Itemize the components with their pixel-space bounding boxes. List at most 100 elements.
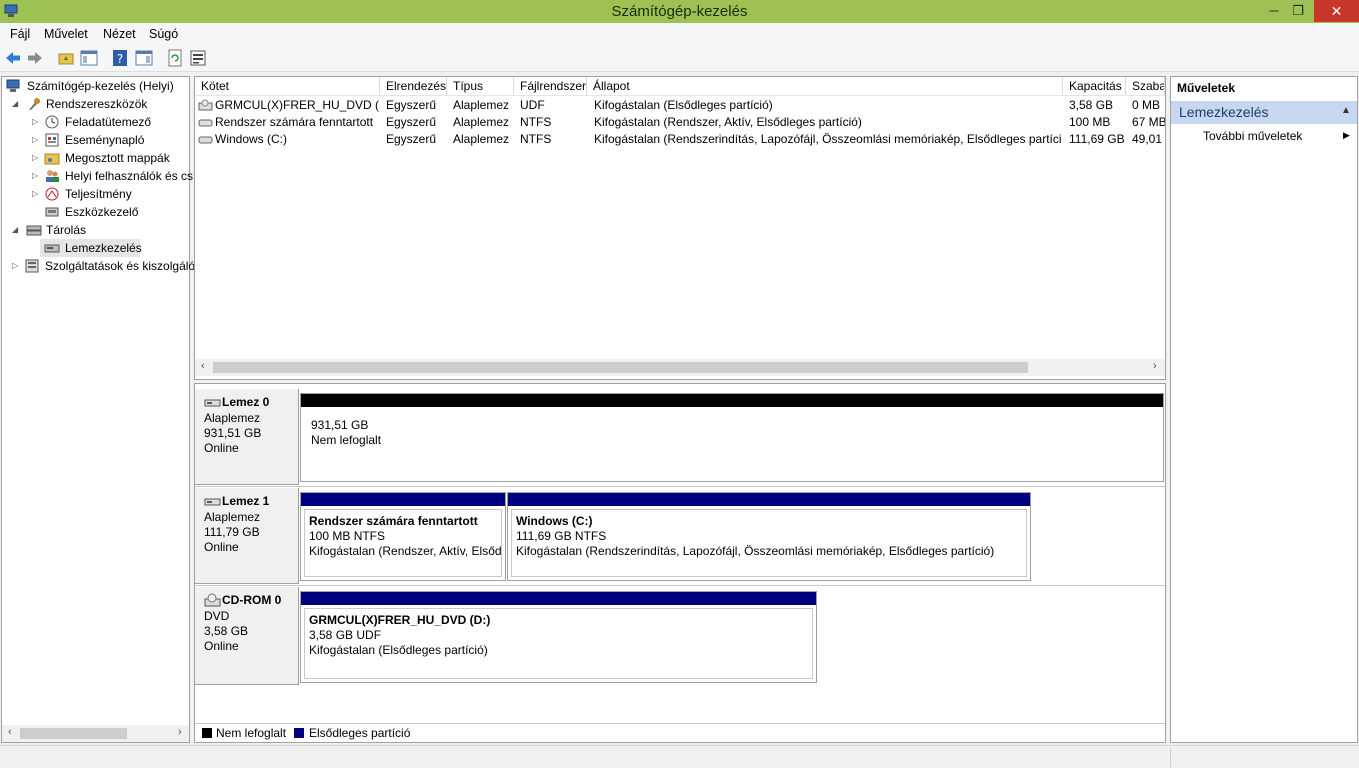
partition-dvd-d[interactable]: GRMCUL(X)FRER_HU_DVD (D:) 3,58 GB UDF Ki… bbox=[300, 591, 817, 683]
disk-name: Lemez 1 bbox=[222, 494, 270, 508]
volume-list-horizontal-scrollbar[interactable]: ‹ › bbox=[195, 359, 1165, 376]
forward-arrow-icon[interactable] bbox=[26, 49, 44, 67]
disk-status: Online bbox=[204, 639, 239, 653]
partition-status: Nem lefoglalt bbox=[311, 433, 382, 447]
column-header-volume[interactable]: Kötet bbox=[195, 77, 380, 95]
up-folder-icon[interactable] bbox=[57, 49, 75, 67]
disk-size: 3,58 GB bbox=[204, 624, 249, 638]
column-header-capacity[interactable]: Kapacitás bbox=[1063, 77, 1126, 95]
disk-management-icon bbox=[44, 244, 60, 253]
properties-icon[interactable] bbox=[189, 49, 207, 67]
scroll-right-icon[interactable]: › bbox=[1153, 360, 1157, 372]
scroll-right-icon[interactable]: › bbox=[178, 726, 182, 738]
volume-list: Kötet Elrendezés Típus Fájlrendszer Álla… bbox=[194, 76, 1166, 380]
column-header-status[interactable]: Állapot bbox=[587, 77, 1063, 95]
clock-icon bbox=[45, 115, 59, 129]
menu-bar: Fájl Művelet Nézet Súgó bbox=[0, 23, 1359, 45]
expand-icon[interactable]: ◢ bbox=[12, 95, 22, 113]
action-more-actions[interactable]: További műveletek ▶ bbox=[1203, 129, 1353, 145]
actions-section-disk-management[interactable]: Lemezkezelés ▲ bbox=[1171, 101, 1357, 124]
computer-management-icon bbox=[6, 79, 20, 92]
collapse-arrow-icon[interactable]: ▷ bbox=[32, 167, 42, 185]
performance-icon bbox=[45, 187, 59, 201]
partition-title: GRMCUL(X)FRER_HU_DVD (D:) bbox=[309, 613, 491, 627]
collapse-arrow-icon[interactable]: ▷ bbox=[32, 113, 42, 131]
column-header-filesystem[interactable]: Fájlrendszer bbox=[514, 77, 587, 95]
collapse-arrow-icon[interactable]: ▷ bbox=[32, 185, 42, 203]
menu-help[interactable]: Súgó bbox=[149, 27, 178, 41]
menu-file[interactable]: Fájl bbox=[10, 27, 30, 41]
menu-view[interactable]: Nézet bbox=[103, 27, 136, 41]
scrollbar-thumb[interactable] bbox=[213, 362, 1028, 373]
table-row[interactable]: Windows (C:) Egyszerű Alaplemez NTFS Kif… bbox=[195, 131, 1165, 148]
window-title: Számítógép-kezelés bbox=[611, 3, 748, 20]
disk-status: Online bbox=[204, 540, 239, 554]
disk-type: DVD bbox=[204, 609, 230, 623]
partition-unallocated[interactable]: 931,51 GB Nem lefoglalt bbox=[300, 393, 1164, 482]
collapse-arrow-icon[interactable]: ▷ bbox=[32, 149, 42, 167]
volume-icon bbox=[198, 119, 213, 127]
scroll-left-icon[interactable]: ‹ bbox=[201, 360, 205, 372]
column-header-free[interactable]: Szabad bbox=[1126, 77, 1165, 95]
disk-name: Lemez 0 bbox=[222, 395, 270, 409]
row-divider bbox=[195, 486, 1165, 487]
scrollbar-thumb[interactable] bbox=[20, 728, 127, 739]
refresh-icon[interactable] bbox=[166, 49, 184, 67]
disk-graphical-view: Lemez 0 Alaplemez 931,51 GB Online 931,5… bbox=[194, 383, 1166, 743]
expand-icon[interactable]: ◢ bbox=[12, 221, 22, 239]
status-divider bbox=[1170, 748, 1171, 767]
legend-swatch-unallocated bbox=[202, 728, 212, 738]
tree-horizontal-scrollbar[interactable]: ‹ › bbox=[2, 725, 189, 742]
storage-icon bbox=[26, 225, 42, 236]
row-divider bbox=[195, 585, 1165, 586]
back-arrow-icon[interactable] bbox=[4, 49, 22, 67]
table-row[interactable]: GRMCUL(X)FRER_HU_DVD (D:) Egyszerű Alapl… bbox=[195, 97, 1165, 114]
collapse-up-icon[interactable]: ▲ bbox=[1341, 105, 1351, 116]
users-icon bbox=[46, 170, 59, 182]
tools-icon bbox=[29, 98, 40, 110]
help-icon[interactable]: ? bbox=[111, 49, 129, 67]
actions-title: Műveletek bbox=[1177, 81, 1236, 95]
disk-type: Alaplemez bbox=[204, 411, 261, 425]
partition-bar-primary bbox=[301, 493, 505, 506]
partition-system-reserved[interactable]: Rendszer számára fenntartott 100 MB NTFS… bbox=[300, 492, 506, 581]
legend-label-primary: Elsődleges partíció bbox=[309, 726, 411, 740]
dvd-drive-icon bbox=[204, 593, 221, 607]
scroll-left-icon[interactable]: ‹ bbox=[8, 726, 12, 738]
table-row[interactable]: Rendszer számára fenntartott Egyszerű Al… bbox=[195, 114, 1165, 131]
partition-bar-unallocated bbox=[301, 394, 1163, 407]
collapse-arrow-icon[interactable]: ▷ bbox=[12, 257, 22, 275]
column-header-type[interactable]: Típus bbox=[447, 77, 514, 95]
show-hide-action-pane-icon[interactable] bbox=[135, 49, 153, 67]
disk-icon bbox=[204, 498, 221, 506]
show-hide-tree-icon[interactable] bbox=[80, 49, 98, 67]
menu-action[interactable]: Művelet bbox=[44, 27, 88, 41]
collapse-arrow-icon[interactable]: ▷ bbox=[32, 131, 42, 149]
dvd-drive-icon bbox=[198, 99, 213, 111]
partition-size: 111,69 GB NTFS bbox=[516, 529, 607, 543]
partition-windows-c[interactable]: Windows (C:) 111,69 GB NTFS Kifogástalan… bbox=[507, 492, 1031, 581]
title-bar: Számítógép-kezelés ─ ❐ ✕ bbox=[0, 0, 1359, 23]
partition-size: 3,58 GB UDF bbox=[309, 628, 382, 642]
restore-button[interactable]: ❐ bbox=[1284, 0, 1312, 22]
console-tree: Számítógép-kezelés (Helyi) ◢ Rendszeresz… bbox=[1, 76, 195, 743]
actions-pane: Műveletek Lemezkezelés ▲ További művelet… bbox=[1170, 76, 1358, 743]
disk-0-info[interactable]: Lemez 0 Alaplemez 931,51 GB Online bbox=[195, 389, 299, 485]
column-header-layout[interactable]: Elrendezés bbox=[380, 77, 447, 95]
partition-title: Windows (C:) bbox=[516, 514, 593, 528]
disk-icon bbox=[204, 399, 221, 407]
legend: Nem lefoglalt Elsődleges partíció bbox=[195, 723, 1165, 742]
services-icon bbox=[25, 259, 39, 273]
partition-bar-primary bbox=[508, 493, 1030, 506]
disk-type: Alaplemez bbox=[204, 510, 261, 524]
tree-item-disk-management[interactable]: Lemezkezelés bbox=[40, 239, 142, 257]
cdrom-0-info[interactable]: CD-ROM 0 DVD 3,58 GB Online bbox=[195, 587, 299, 685]
disk-1-info[interactable]: Lemez 1 Alaplemez 111,79 GB Online bbox=[195, 488, 299, 584]
legend-swatch-primary bbox=[294, 728, 304, 738]
legend-label-unallocated: Nem lefoglalt bbox=[216, 726, 287, 740]
close-button[interactable]: ✕ bbox=[1314, 0, 1359, 22]
submenu-arrow-icon: ▶ bbox=[1343, 130, 1350, 140]
partition-bar-primary bbox=[301, 592, 816, 605]
disk-size: 111,79 GB bbox=[204, 525, 260, 539]
partition-status: Kifogástalan (Rendszer, Aktív, Elsődlege… bbox=[309, 544, 502, 558]
